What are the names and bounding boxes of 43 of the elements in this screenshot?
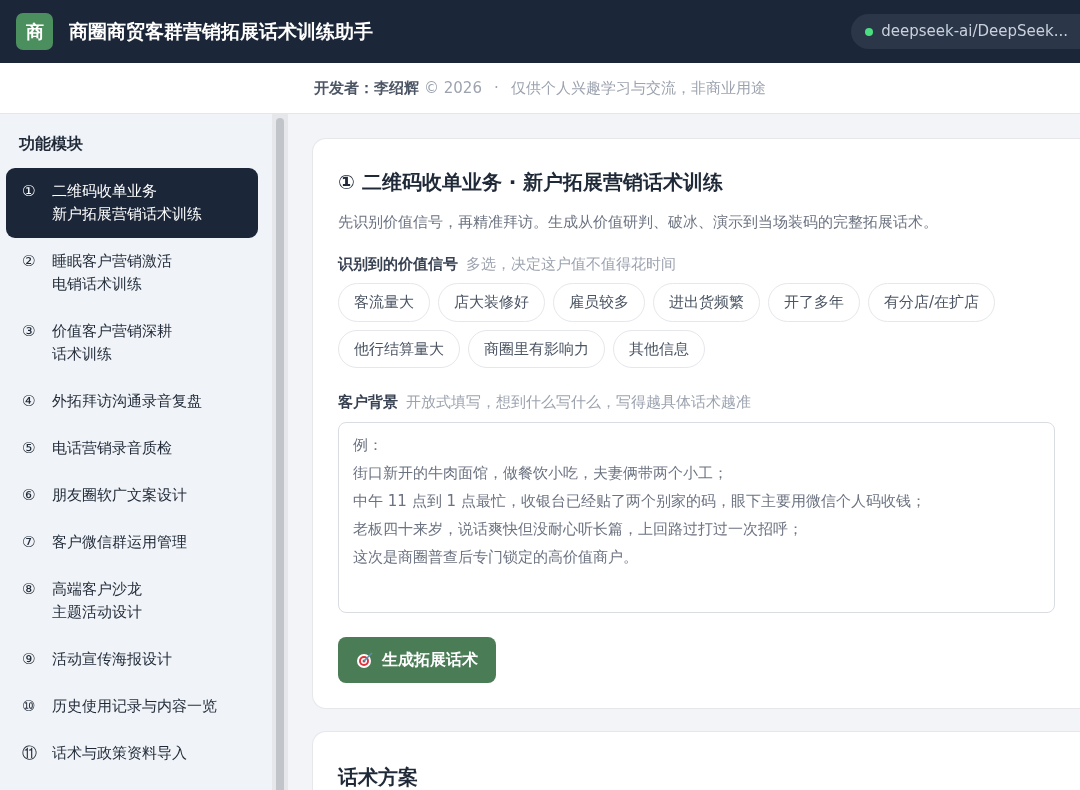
- target-icon: [356, 651, 374, 669]
- sidebar-item[interactable]: ⑦ 客户微信群运用管理: [6, 519, 258, 566]
- app-logo: 商: [16, 13, 53, 50]
- section-title: ① 二维码收单业务 · 新户拓展营销话术训练: [338, 169, 725, 196]
- sidebar-title: 功能模块: [18, 133, 84, 155]
- sidebar-item[interactable]: ⑤ 电话营销录音质检: [6, 425, 258, 472]
- generate-button[interactable]: 生成拓展话术: [338, 637, 496, 683]
- sidebar-item[interactable]: ③ 价值客户营销深耕 话术训练: [6, 308, 258, 378]
- placeholder-text: 例：: [353, 436, 383, 454]
- signal-chip[interactable]: 开了多年: [768, 283, 860, 322]
- sidebar-item[interactable]: ② 睡眠客户营销激活 电销话术训练: [6, 238, 258, 308]
- placeholder-text: 中午 11 点到 1 点最忙，收银台已经贴了两个别家的码，眼下主要用微信个人码收钱；: [353, 492, 926, 510]
- developer-credit: 开发者：李绍辉 © 2026: [314, 77, 482, 99]
- field-hint: 开放式填写，想到什么写什么，写得越具体话术越准: [406, 393, 751, 413]
- sidebar-item[interactable]: ⑧ 高端客户沙龙 主题活动设计: [6, 566, 258, 636]
- placeholder-text: 老板四十来岁，说话爽快但没耐心听长篇，上回路过打过一次招呼；: [353, 520, 803, 538]
- app-title: 商圈商贸客群营销拓展话术训练助手: [69, 19, 373, 45]
- sidebar-item[interactable]: ⑥ 朋友圈软广文案设计: [6, 472, 258, 519]
- usage-note: 仅供个人兴趣学习与交流，非商业用途: [510, 77, 766, 99]
- scrollbar[interactable]: [272, 114, 288, 790]
- placeholder-text: 这次是商圈普查后专门锁定的高价值商户。: [353, 548, 638, 566]
- sidebar-item[interactable]: ④ 外拓拜访沟通录音复盘: [6, 378, 258, 425]
- signal-chip[interactable]: 有分店/在扩店: [868, 283, 996, 322]
- section-title: 话术方案: [338, 764, 419, 790]
- separator: ·: [493, 77, 499, 99]
- field-hint: 多选，决定这户值不值得花时间: [466, 254, 676, 274]
- sidebar-item[interactable]: ⑨ 活动宣传海报设计: [6, 636, 258, 683]
- signal-chip[interactable]: 其他信息: [613, 329, 705, 369]
- field-label: 客户背景: [338, 393, 398, 413]
- placeholder-text: 街口新开的牛肉面馆，做餐饮小吃，夫妻俩带两个小工；: [353, 464, 728, 482]
- signal-chip[interactable]: 店大装修好: [438, 283, 545, 322]
- model-badge[interactable]: deepseek-ai/DeepSeek...: [851, 14, 1080, 49]
- sidebar-item[interactable]: ⑩ 历史使用记录与内容一览: [6, 683, 258, 730]
- signal-chip[interactable]: 雇员较多: [553, 283, 645, 322]
- sidebar-item[interactable]: ① 二维码收单业务 新户拓展营销话术训练: [6, 168, 258, 238]
- signal-chip[interactable]: 商圈里有影响力: [468, 329, 605, 369]
- sidebar-item[interactable]: ⑪ 话术与政策资料导入: [6, 730, 258, 777]
- signal-chip[interactable]: 客流量大: [338, 283, 430, 322]
- signal-chip[interactable]: 他行结算量大: [338, 329, 460, 369]
- section-description: 先识别价值信号，再精准拜访。生成从价值研判、破冰、演示到当场装码的完整拓展话术。: [338, 212, 939, 233]
- background-field[interactable]: 例： 街口新开的牛肉面馆，做餐饮小吃，夫妻俩带两个小工； 中午 11 点到 1 点最忙，收银台已经贴了两个别家的码，眼下主要用微信个人码收钱； 老板四十来岁，说话爽快但没耐心听长篇，上回路过打过一次招呼； 这次是商圈普查后专门锁定的高价值商户。: [338, 422, 1055, 613]
- field-label: 识别到的价值信号: [338, 254, 458, 274]
- signal-chip[interactable]: 进出货频繁: [653, 283, 760, 322]
